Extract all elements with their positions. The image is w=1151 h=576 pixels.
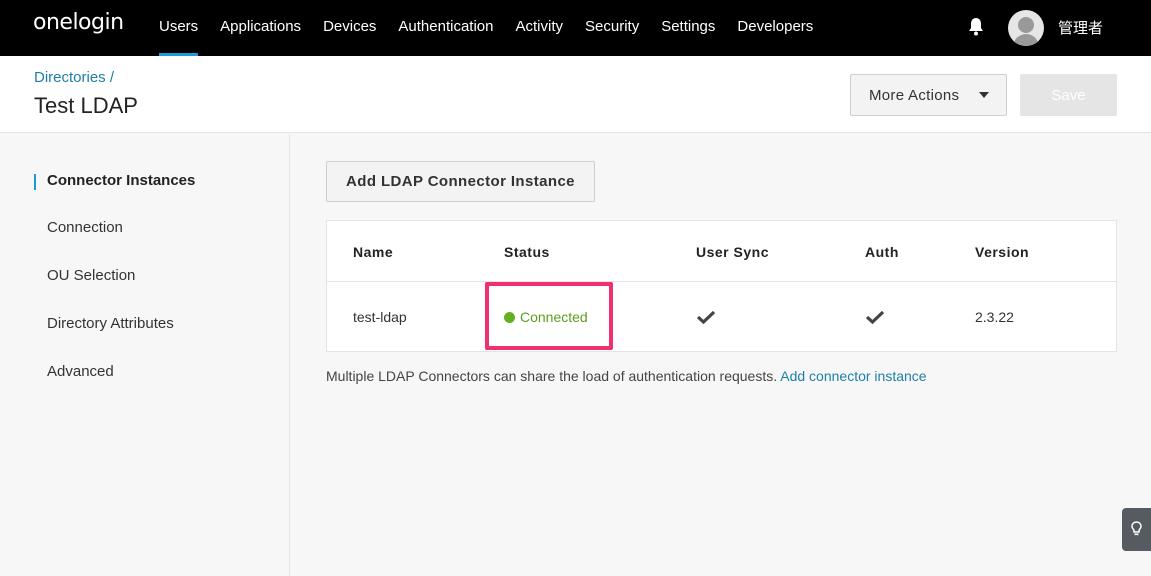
nav-activity[interactable]: Activity bbox=[505, 0, 575, 56]
nav-applications[interactable]: Applications bbox=[209, 0, 312, 56]
cell-version: 2.3.22 bbox=[975, 309, 1014, 325]
tips-button[interactable] bbox=[1122, 508, 1151, 551]
top-navbar: onelogin Users Applications Devices Auth… bbox=[0, 0, 1151, 56]
column-header-auth: Auth bbox=[865, 244, 899, 260]
avatar-icon[interactable] bbox=[1008, 10, 1044, 46]
column-header-version: Version bbox=[975, 244, 1030, 260]
more-actions-button[interactable]: More Actions bbox=[850, 74, 1007, 116]
help-text: Multiple LDAP Connectors can share the l… bbox=[326, 368, 927, 384]
column-header-name: Name bbox=[353, 244, 394, 260]
user-sync-check-icon bbox=[697, 310, 715, 324]
nav-users[interactable]: Users bbox=[148, 0, 209, 56]
status-highlight-box bbox=[485, 282, 613, 350]
nav-settings[interactable]: Settings bbox=[650, 0, 726, 56]
sidebar-item-advanced[interactable]: Advanced bbox=[47, 363, 114, 380]
auth-check-icon bbox=[866, 310, 884, 324]
page-header: Directories / Test LDAP More Actions Sav… bbox=[0, 56, 1151, 133]
page-title: Test LDAP bbox=[34, 93, 138, 118]
more-actions-label: More Actions bbox=[869, 86, 960, 104]
table-divider bbox=[327, 281, 1116, 282]
bell-icon[interactable] bbox=[968, 17, 984, 37]
breadcrumb: Directories / bbox=[34, 69, 114, 86]
onelogin-logo[interactable]: onelogin bbox=[33, 10, 124, 35]
add-ldap-connector-instance-button[interactable]: Add LDAP Connector Instance bbox=[326, 161, 595, 202]
nav-authentication[interactable]: Authentication bbox=[387, 0, 504, 56]
main-nav: Users Applications Devices Authenticatio… bbox=[148, 0, 824, 56]
sidebar-active-marker bbox=[34, 174, 36, 190]
breadcrumb-separator: / bbox=[109, 69, 115, 86]
username-label[interactable]: 管理者 bbox=[1058, 17, 1103, 38]
connector-instances-table: Name Status User Sync Auth Version test-… bbox=[326, 220, 1117, 352]
sidebar-item-connector-instances[interactable]: Connector Instances bbox=[47, 172, 195, 189]
sidebar: Connector Instances Connection OU Select… bbox=[0, 134, 290, 576]
sidebar-item-ou-selection[interactable]: OU Selection bbox=[47, 267, 135, 284]
save-button[interactable]: Save bbox=[1020, 74, 1117, 116]
lightbulb-icon bbox=[1131, 521, 1142, 536]
caret-down-icon bbox=[979, 92, 989, 98]
breadcrumb-directories[interactable]: Directories bbox=[34, 69, 106, 86]
help-text-body: Multiple LDAP Connectors can share the l… bbox=[326, 368, 778, 384]
cell-name[interactable]: test-ldap bbox=[353, 309, 407, 325]
nav-security[interactable]: Security bbox=[574, 0, 650, 56]
sidebar-item-directory-attributes[interactable]: Directory Attributes bbox=[47, 315, 174, 332]
column-header-status: Status bbox=[504, 244, 550, 260]
sidebar-item-connection[interactable]: Connection bbox=[47, 219, 123, 236]
column-header-user-sync: User Sync bbox=[696, 244, 769, 260]
add-connector-instance-link[interactable]: Add connector instance bbox=[780, 368, 926, 384]
nav-devices[interactable]: Devices bbox=[312, 0, 387, 56]
nav-developers[interactable]: Developers bbox=[726, 0, 824, 56]
